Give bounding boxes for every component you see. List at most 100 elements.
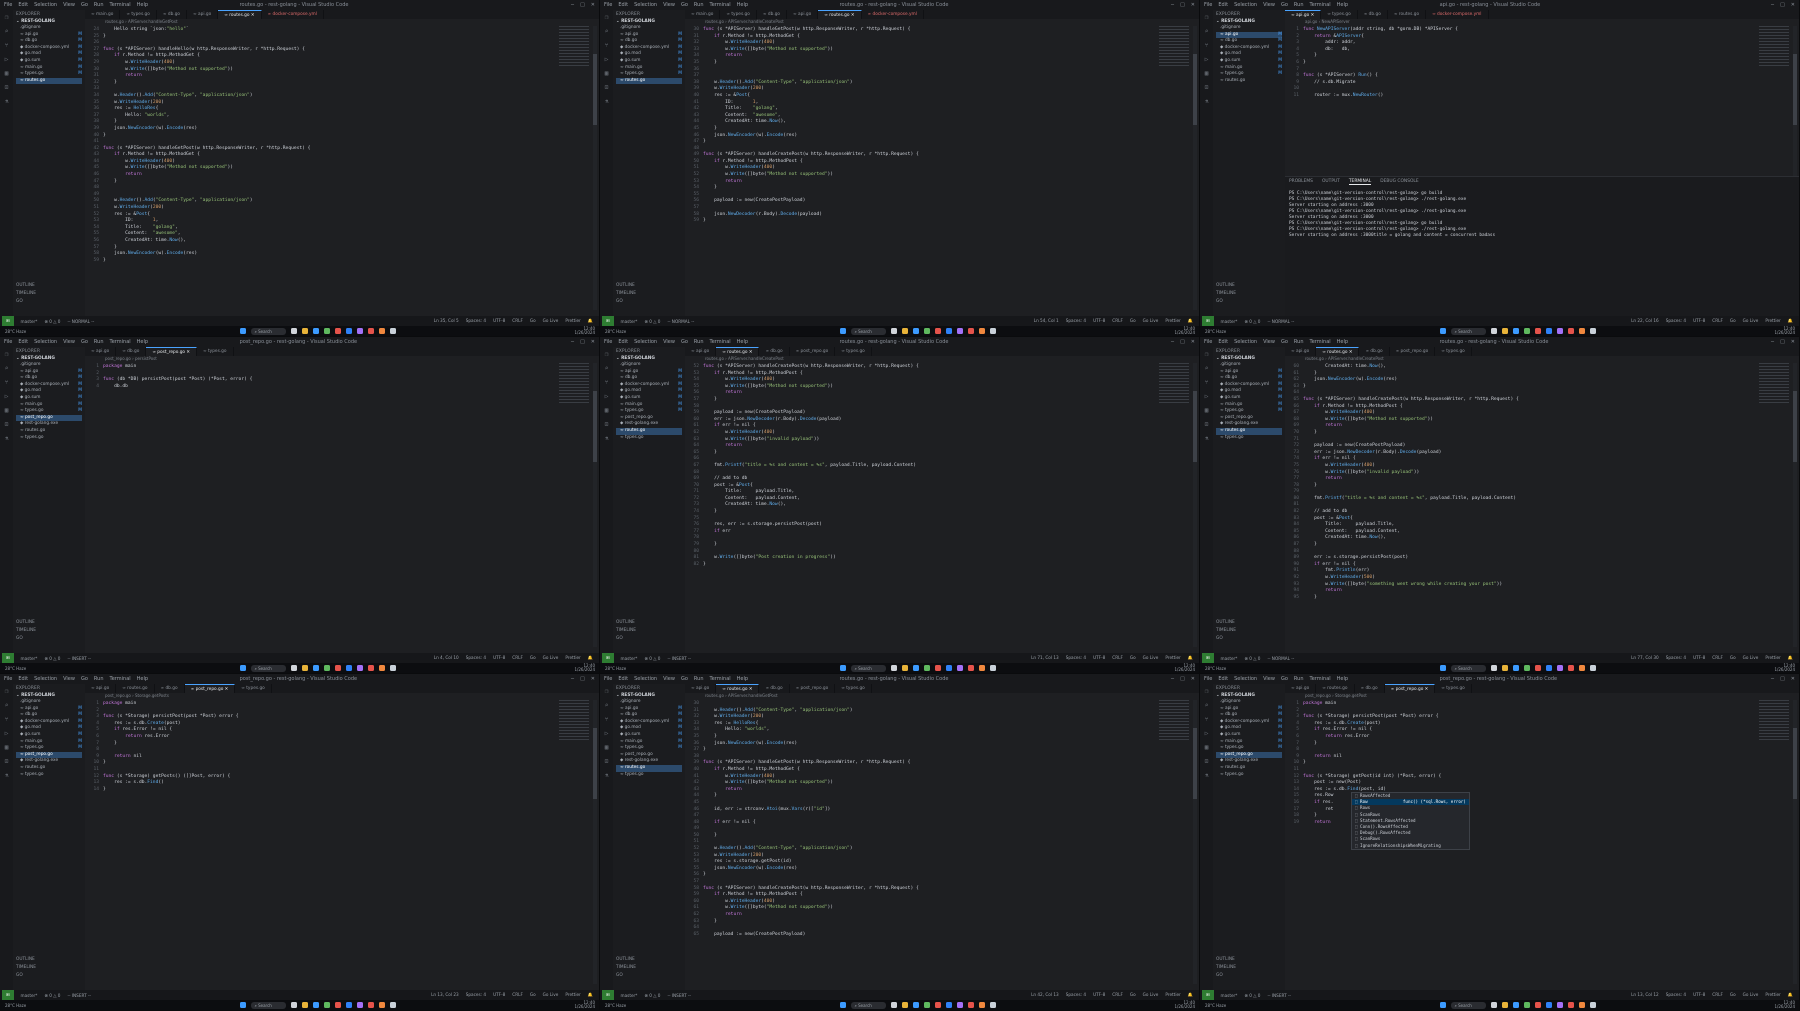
- search-icon[interactable]: ⌕: [605, 28, 609, 35]
- taskbar-app-icon[interactable]: [967, 665, 974, 671]
- menu-item[interactable]: Go: [681, 676, 688, 682]
- taskbar-app-icon[interactable]: [1512, 665, 1519, 671]
- run-debug-icon[interactable]: ▷: [605, 56, 609, 63]
- project-folder[interactable]: ⌄ REST-GOLANG: [616, 356, 682, 361]
- run-debug-icon[interactable]: ▷: [1205, 56, 1209, 63]
- code-editor[interactable]: 24 Hello string `json:"hello"` 25} 26 27 fun…: [85, 25, 599, 264]
- outline-section[interactable]: OUTLINE: [16, 283, 35, 288]
- extensions-icon[interactable]: ▦: [5, 744, 9, 751]
- file-item[interactable]: ∞ types.go: [16, 435, 82, 442]
- file-item[interactable]: ∞ db.go M: [616, 375, 682, 382]
- go-section[interactable]: GO: [16, 299, 23, 304]
- taskbar-app-icon[interactable]: [978, 665, 985, 671]
- eol-status[interactable]: CRLF: [1712, 992, 1723, 998]
- menu-item[interactable]: Go: [81, 2, 88, 8]
- menu-item[interactable]: File: [4, 676, 12, 682]
- remote-indicator[interactable]: ⊞: [2, 990, 14, 1000]
- menu-item[interactable]: Edit: [1218, 2, 1228, 8]
- bell-icon[interactable]: 🔔: [1188, 655, 1193, 661]
- menu-item[interactable]: Run: [694, 339, 704, 345]
- menu-item[interactable]: View: [1263, 339, 1275, 345]
- remote-indicator[interactable]: ⊞: [1202, 653, 1214, 663]
- file-item[interactable]: ◆ go.mod M: [616, 388, 682, 395]
- source-control-icon[interactable]: ⑂: [1205, 716, 1209, 723]
- editor-tab[interactable]: ∞ routes.go ✕: [716, 684, 760, 693]
- taskbar-app-icon[interactable]: [912, 328, 919, 334]
- outline-section[interactable]: OUTLINE: [616, 620, 635, 625]
- editor-tab[interactable]: ∞ routes.go ✕: [218, 10, 262, 19]
- windows-start-icon[interactable]: [1439, 328, 1446, 334]
- mode-indicator[interactable]: -- INSERT --: [667, 993, 691, 998]
- file-item[interactable]: ∞ routes.go: [16, 77, 82, 85]
- file-item[interactable]: ◆ go.mod M: [16, 51, 82, 58]
- windows-start-icon[interactable]: [839, 665, 846, 671]
- panel-tab[interactable]: OUTPUT: [1322, 179, 1340, 185]
- editor-tab[interactable]: ∞ api.go: [787, 10, 819, 19]
- suggestion-item[interactable]: ⬚ IgnoreRelationshipsWhenMigrating: [1352, 843, 1469, 849]
- prettier-status[interactable]: Prettier: [1165, 655, 1180, 661]
- menu-item[interactable]: Help: [737, 339, 748, 345]
- indent-status[interactable]: Spaces: 4: [466, 318, 486, 324]
- scrollbar-thumb[interactable]: [1193, 54, 1197, 126]
- editor-tab[interactable]: ∞ api.go: [187, 10, 219, 19]
- minimap[interactable]: [1759, 700, 1789, 740]
- taskbar-app-icon[interactable]: [378, 665, 385, 671]
- cursor-position[interactable]: Ln 54, Col 1: [1034, 318, 1059, 324]
- menu-item[interactable]: Edit: [618, 339, 628, 345]
- problems-status[interactable]: ⊗ 0 △ 0: [44, 993, 60, 998]
- taskbar-app-icon[interactable]: [1545, 665, 1552, 671]
- taskbar-app-icon[interactable]: [1556, 328, 1563, 334]
- file-item[interactable]: ∞ db.go M: [16, 375, 82, 382]
- outline-section[interactable]: OUTLINE: [616, 283, 635, 288]
- file-item[interactable]: ◆ go.sum M: [16, 395, 82, 402]
- editor-tab[interactable]: ∞ routes.go: [116, 684, 155, 693]
- testing-icon[interactable]: ⚗: [1205, 435, 1209, 442]
- source-control-icon[interactable]: ⑂: [1205, 379, 1209, 386]
- taskbar-search[interactable]: ⌕ Search: [1450, 1001, 1486, 1009]
- taskbar-app-icon[interactable]: [290, 328, 297, 334]
- windows-start-icon[interactable]: [239, 328, 246, 334]
- encoding-status[interactable]: UTF-8: [1693, 655, 1705, 661]
- taskbar-app-icon[interactable]: [345, 1002, 352, 1008]
- editor-tab[interactable]: ∞ types.go: [720, 10, 757, 19]
- remote-indicator[interactable]: ⊞: [602, 316, 614, 326]
- editor-tab[interactable]: ∞ db.go: [116, 347, 147, 356]
- editor-tab[interactable]: ∞ types.go: [835, 347, 872, 356]
- minimize-icon[interactable]: ─: [571, 339, 574, 345]
- remote-icon[interactable]: ⊡: [1205, 84, 1209, 91]
- weather-widget[interactable]: 28°C Haze: [1200, 666, 1250, 671]
- problems-status[interactable]: ⊗ 0 △ 0: [1244, 319, 1260, 324]
- file-item[interactable]: ∞ types.go M: [1216, 745, 1282, 752]
- encoding-status[interactable]: UTF-8: [1693, 318, 1705, 324]
- branch-status[interactable]: master*: [621, 993, 638, 998]
- editor-tab[interactable]: ∞ db.go: [759, 347, 790, 356]
- maximize-icon[interactable]: □: [580, 339, 585, 345]
- close-icon[interactable]: ✕: [591, 676, 595, 682]
- file-item[interactable]: ◆ go.sum M: [616, 58, 682, 65]
- remote-icon[interactable]: ⊡: [1205, 758, 1209, 765]
- editor-tab[interactable]: ∞ routes.go: [1316, 684, 1355, 693]
- extensions-icon[interactable]: ▦: [605, 407, 609, 414]
- taskbar-app-icon[interactable]: [956, 665, 963, 671]
- menu-item[interactable]: Help: [737, 676, 748, 682]
- menu-item[interactable]: Selection: [1234, 676, 1257, 682]
- menu-item[interactable]: View: [63, 2, 75, 8]
- weather-widget[interactable]: 28°C Haze: [600, 329, 650, 334]
- file-item[interactable]: ∞ db.go M: [616, 38, 682, 45]
- editor-scrollbar[interactable]: [1193, 363, 1197, 647]
- go-section[interactable]: GO: [616, 636, 623, 641]
- editor-tab[interactable]: ∞ api.go: [1285, 684, 1317, 693]
- code-editor[interactable]: 60 CreatedAt: time.Now(), 61 } 62 json.New…: [1285, 362, 1799, 601]
- editor-tab[interactable]: ∞ docker-compose.yml: [1426, 10, 1489, 19]
- file-item[interactable]: ∞ types.go M: [1216, 71, 1282, 78]
- encoding-status[interactable]: UTF-8: [1093, 655, 1105, 661]
- extensions-icon[interactable]: ▦: [5, 407, 9, 414]
- minimize-icon[interactable]: ─: [571, 2, 574, 8]
- file-item[interactable]: ∞ types.go: [16, 772, 82, 779]
- outline-section[interactable]: OUTLINE: [1216, 620, 1235, 625]
- file-item[interactable]: ◆ go.mod M: [616, 51, 682, 58]
- maximize-icon[interactable]: □: [580, 2, 585, 8]
- timeline-section[interactable]: TIMELINE: [1216, 965, 1236, 970]
- windows-start-icon[interactable]: [239, 1002, 246, 1008]
- menu-item[interactable]: File: [1204, 676, 1212, 682]
